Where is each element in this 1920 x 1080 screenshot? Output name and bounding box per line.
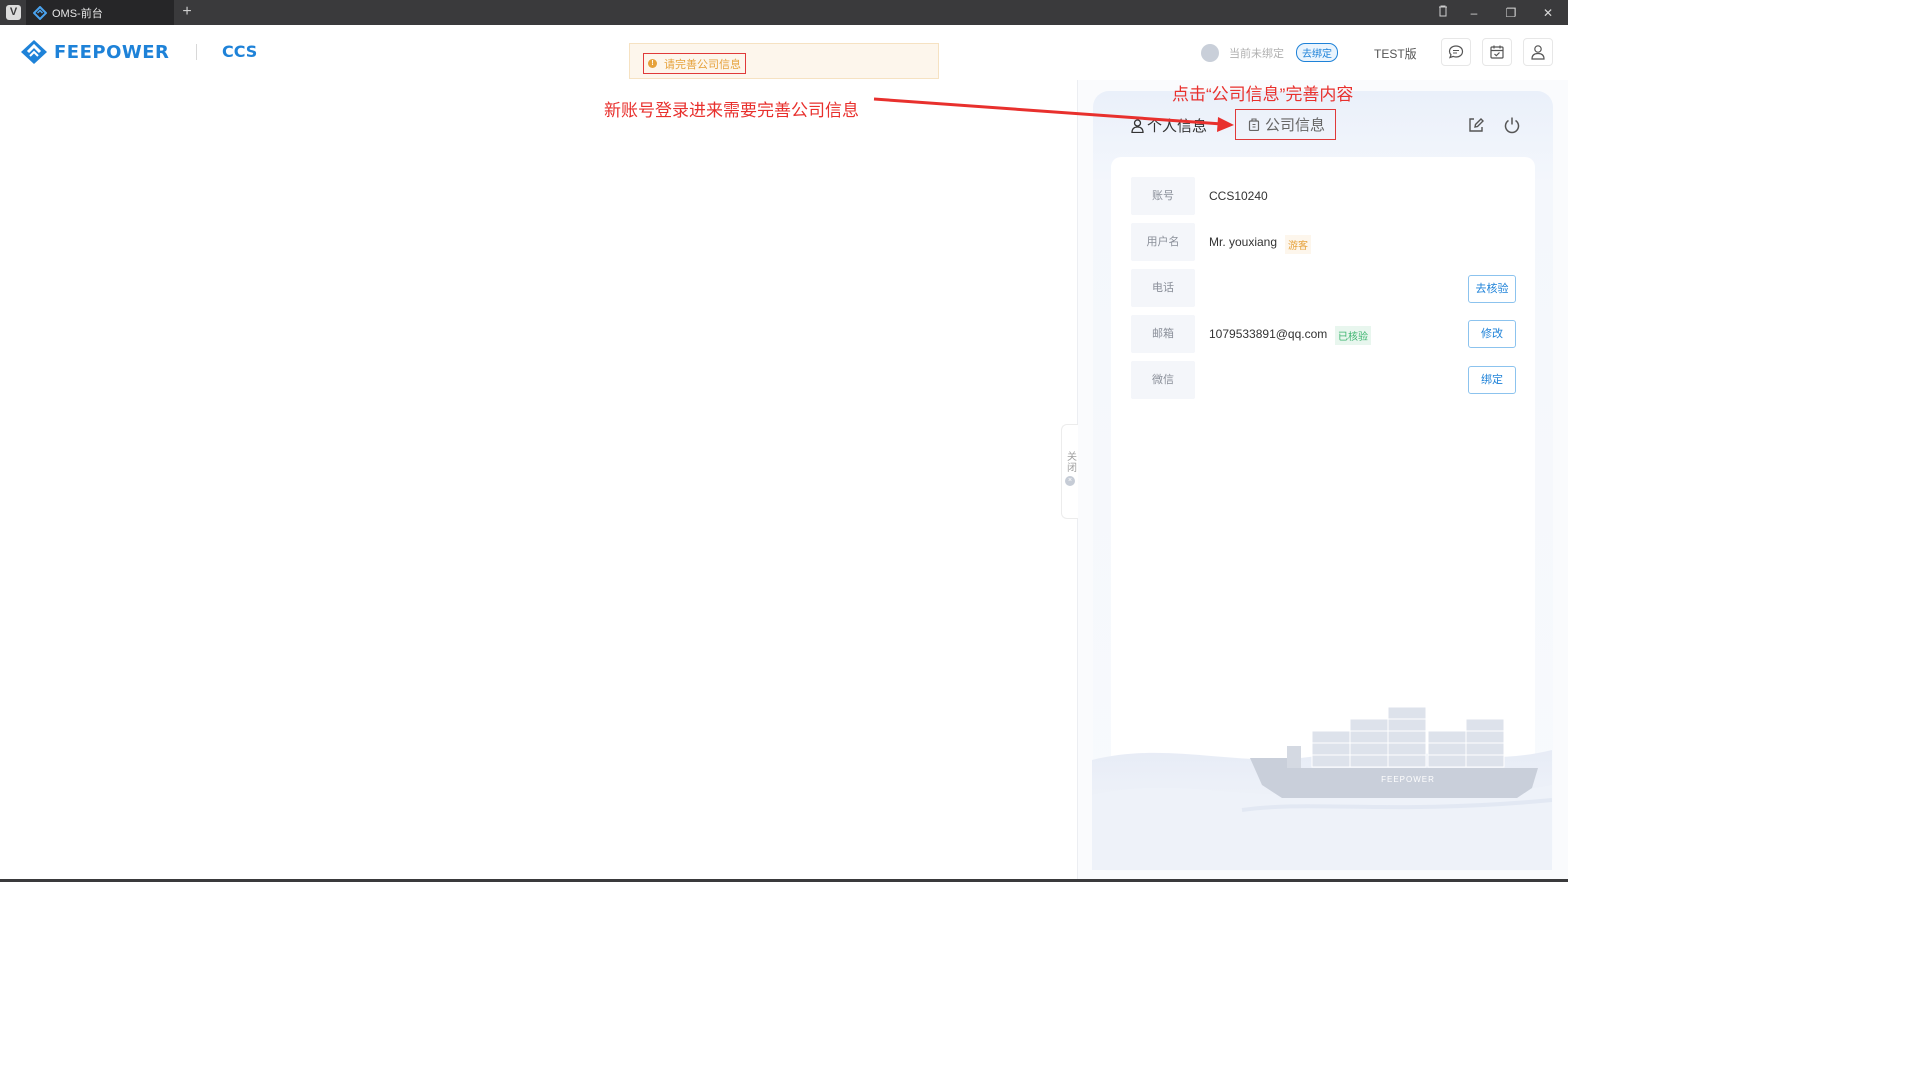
product-name: CCS [222, 42, 258, 61]
account-value: CCS10240 [1209, 189, 1268, 203]
tab-company-info[interactable]: 公司信息 [1235, 109, 1336, 140]
restore-button[interactable]: ❐ [1498, 3, 1524, 23]
tab-personal-info[interactable]: 个人信息 [1131, 115, 1207, 136]
chat-bubble-icon [1448, 45, 1464, 59]
account-label: 账号 [1131, 177, 1195, 215]
version-label: TEST版 [1374, 47, 1417, 61]
browser-tab-title: OMS-前台 [52, 7, 103, 20]
tab-company-label: 公司信息 [1265, 117, 1326, 134]
building-icon [1248, 118, 1260, 131]
edit-profile-button[interactable] [1465, 114, 1487, 136]
trash-icon[interactable] [1430, 3, 1456, 23]
calendar-button[interactable] [1482, 38, 1512, 66]
new-tab-button[interactable]: + [178, 2, 196, 22]
warning-icon: ! [648, 59, 657, 68]
binding-status-text: 当前未绑定 [1229, 47, 1284, 60]
wechat-label: 微信 [1131, 361, 1195, 399]
alert-message: 请完善公司信息 [664, 58, 741, 71]
go-bind-button[interactable]: 去绑定 [1296, 43, 1338, 62]
warning-alert-bar: ! 请完善公司信息 [629, 43, 939, 79]
close-label: 关闭 [1064, 451, 1076, 473]
bind-wechat-button[interactable]: 绑定 [1468, 366, 1516, 394]
annotation-click-company-note: 点击“公司信息”完善内容 [1172, 85, 1354, 104]
taskbar-edge [0, 879, 1568, 882]
edit-icon [1469, 118, 1484, 132]
feepower-favicon-icon [33, 5, 47, 20]
user-icon [1531, 45, 1545, 60]
username-label: 用户名 [1131, 223, 1195, 261]
verify-phone-button[interactable]: 去核验 [1468, 275, 1516, 303]
power-icon [1504, 117, 1520, 134]
guest-badge: 游客 [1285, 235, 1311, 254]
tab-personal-label: 个人信息 [1147, 118, 1208, 135]
email-label: 邮箱 [1131, 315, 1195, 353]
brand-name: FEEPOWER [54, 41, 170, 63]
annotation-new-account-note: 新账号登录进来需要完善公司信息 [604, 101, 859, 120]
browser-logo-icon[interactable]: V [6, 5, 21, 20]
user-button[interactable] [1523, 38, 1553, 66]
logo-divider [196, 44, 197, 60]
username-value: Mr. youxiang [1209, 235, 1278, 249]
ship-brand-text: FEEPOWER [1381, 775, 1435, 784]
unbound-avatar-icon [1201, 43, 1219, 62]
cargo-ship-illustration: FEEPOWER [1092, 706, 1552, 870]
close-circle-icon: × [1065, 476, 1075, 486]
browser-tab[interactable]: OMS-前台 [26, 0, 174, 25]
logout-button[interactable] [1501, 114, 1523, 136]
person-icon [1131, 118, 1144, 133]
verified-badge: 已核验 [1335, 326, 1371, 345]
feepower-logo-icon [21, 40, 47, 64]
phone-label: 电话 [1131, 269, 1195, 307]
minimize-button[interactable]: – [1461, 3, 1487, 23]
close-window-button[interactable]: ✕ [1535, 3, 1561, 23]
browser-titlebar: V OMS-前台 + – ❐ ✕ [0, 0, 1568, 25]
close-drawer-tab[interactable]: 关闭 × [1061, 424, 1078, 519]
calendar-check-icon [1490, 45, 1504, 59]
brand-logo[interactable]: FEEPOWER [20, 39, 169, 65]
edit-email-button[interactable]: 修改 [1468, 320, 1516, 348]
email-value: 1079533891@qq.com [1209, 327, 1328, 341]
message-button[interactable] [1441, 38, 1471, 66]
binding-status: 当前未绑定 去绑定 [1201, 43, 1338, 62]
alert-highlight-box[interactable]: ! 请完善公司信息 [643, 53, 746, 74]
